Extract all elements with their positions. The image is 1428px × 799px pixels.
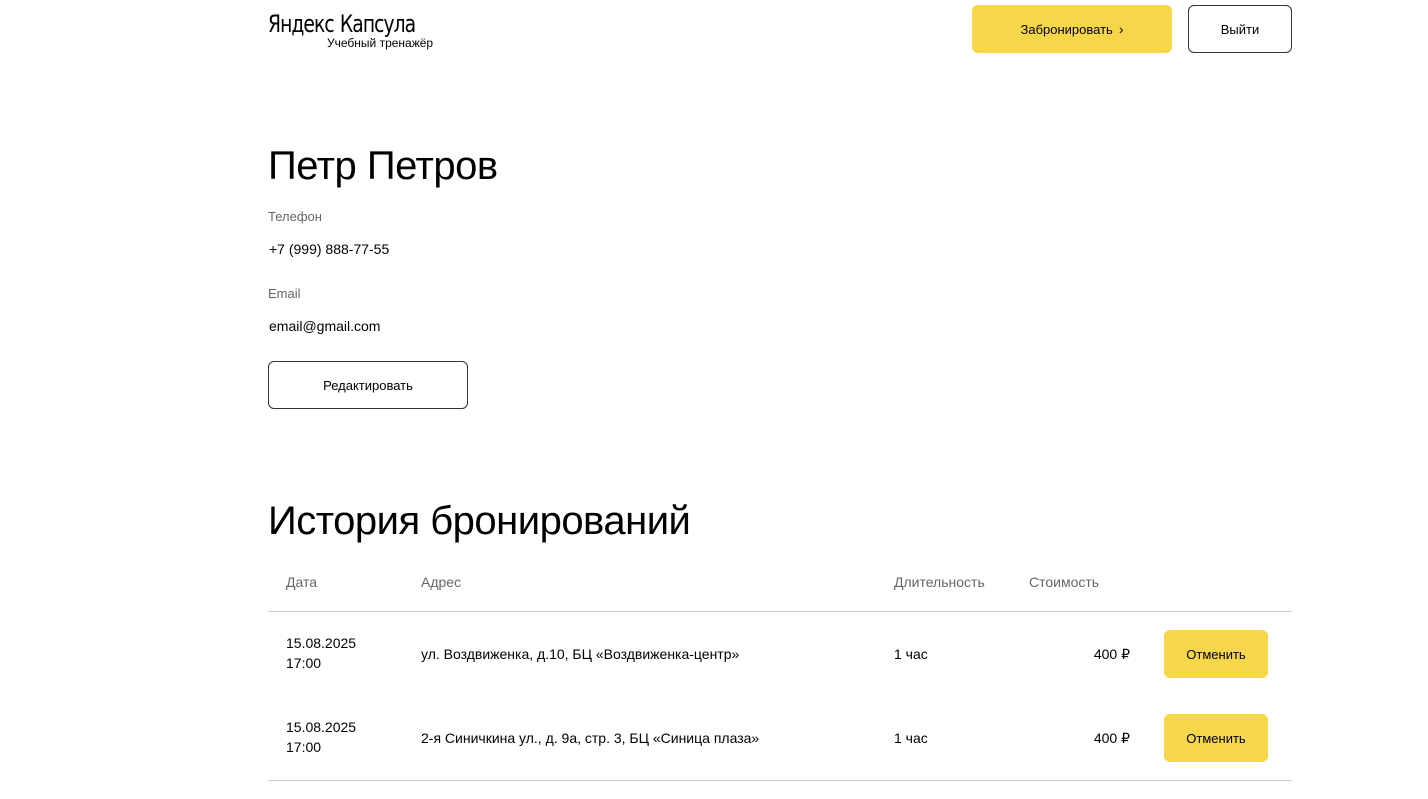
cancel-booking-button-label: Отменить: [1186, 646, 1246, 662]
phone-label: Телефон: [268, 209, 322, 224]
logo[interactable]: Яндекс Капсула Учебный тренажёр: [268, 9, 468, 51]
edit-profile-button[interactable]: Редактировать: [268, 361, 468, 409]
booking-time: 17:00: [286, 655, 322, 671]
bookings-table: Дата Адрес Длительность Стоимость 15.08.…: [268, 562, 1292, 781]
booking-cost: 400 ₽: [1093, 730, 1130, 746]
logo-wordmark: Яндекс Капсула: [268, 9, 416, 39]
booking-cost: 400 ₽: [1093, 646, 1130, 662]
booking-address: ул. Воздвиженка, д.10, БЦ «Воздвиженка-ц…: [421, 646, 740, 662]
logout-button[interactable]: Выйти: [1188, 5, 1292, 53]
table-row: 15.08.2025 17:00 ул. Воздвиженка, д.10, …: [268, 612, 1292, 696]
profile-name: Петр Петров: [268, 144, 498, 188]
booking-address: 2-я Синичкина ул., д. 9а, стр. 3, БЦ «Си…: [421, 730, 760, 746]
cancel-booking-button[interactable]: Отменить: [1164, 714, 1268, 762]
book-button[interactable]: Забронировать ›: [972, 5, 1172, 53]
column-header-address: Адрес: [421, 574, 462, 590]
column-header-cost: Стоимость: [1029, 574, 1100, 590]
logo-subtitle: Учебный тренажёр: [327, 36, 434, 50]
booking-time: 17:00: [286, 739, 322, 755]
booking-duration: 1 час: [894, 646, 928, 662]
page-container: Яндекс Капсула Учебный тренажёр Заброниро…: [268, 0, 1292, 781]
booking-datetime: 15.08.2025 17:00: [286, 717, 396, 757]
email-label: Email: [268, 286, 301, 301]
email-value: email@gmail.com: [269, 318, 381, 334]
edit-profile-button-label: Редактировать: [323, 377, 413, 393]
chevron-right-icon: ›: [1118, 21, 1124, 37]
cancel-booking-button[interactable]: Отменить: [1164, 630, 1268, 678]
booking-date: 15.08.2025: [286, 635, 357, 651]
logo-product-text: Капсула: [339, 10, 416, 38]
table-header: Дата Адрес Длительность Стоимость: [268, 562, 1292, 612]
logout-button-label: Выйти: [1220, 21, 1260, 37]
column-header-duration: Длительность: [894, 574, 985, 590]
booking-datetime: 15.08.2025 17:00: [286, 633, 396, 673]
header-actions: Забронировать › Выйти: [972, 5, 1292, 53]
booking-date: 15.08.2025: [286, 719, 357, 735]
cancel-booking-button-label: Отменить: [1186, 730, 1246, 746]
phone-value: +7 (999) 888-77-55: [269, 241, 390, 257]
booking-duration: 1 час: [894, 730, 928, 746]
logo-brand-text: Яндекс: [268, 10, 335, 38]
table-row: 15.08.2025 17:00 2-я Синичкина ул., д. 9…: [268, 696, 1292, 781]
history-title: История бронирований: [268, 499, 691, 543]
book-button-label: Забронировать: [1020, 21, 1113, 37]
column-header-date: Дата: [286, 574, 318, 590]
header: Яндекс Капсула Учебный тренажёр Заброниро…: [268, 0, 1292, 60]
